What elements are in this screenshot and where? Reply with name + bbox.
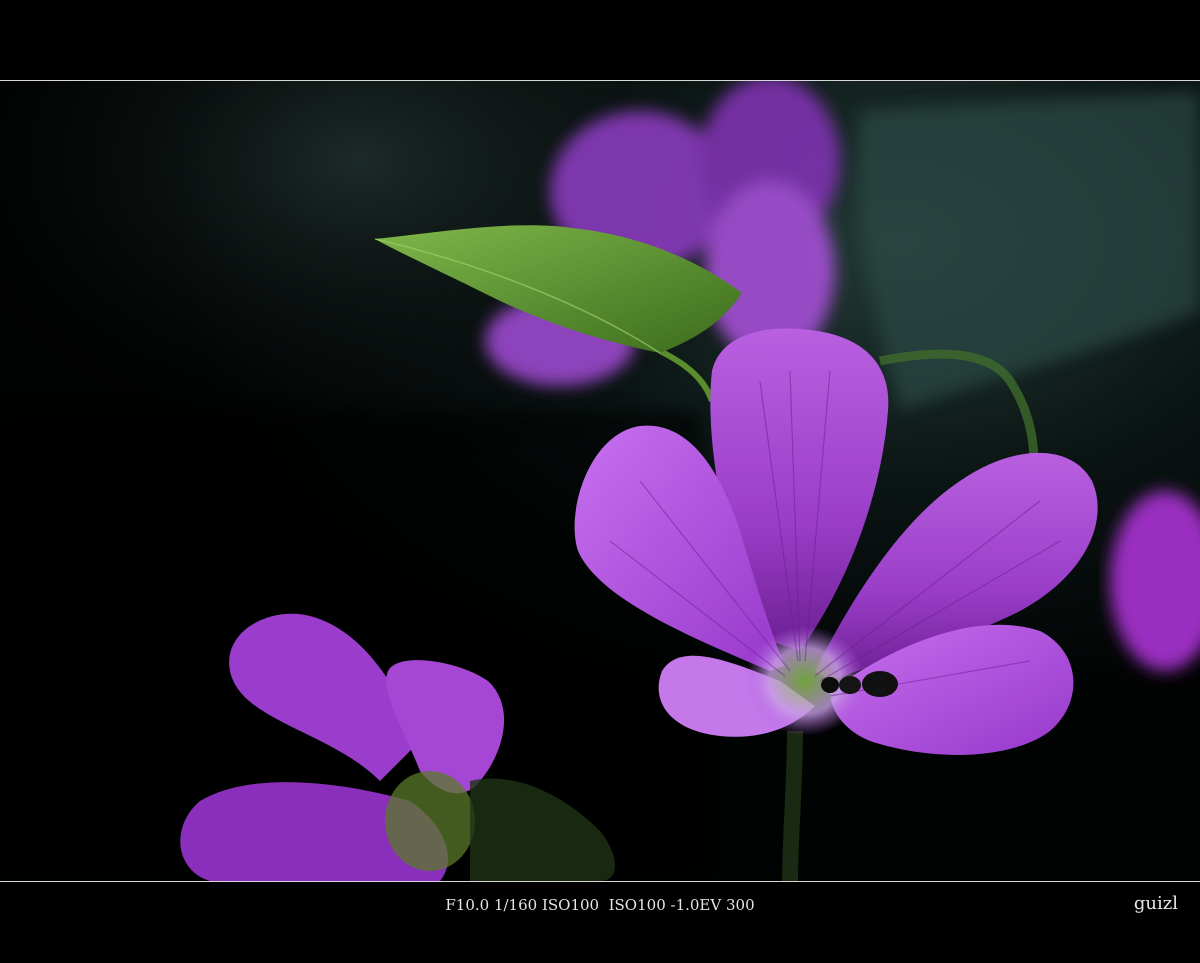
photo — [0, 81, 1200, 881]
author-signature: guizl — [1133, 893, 1178, 914]
caption-band — [0, 882, 1200, 963]
exif-caption: F10.0 1/160 ISO100 ISO100 -1.0EV 300 — [445, 896, 755, 914]
top-border — [0, 0, 1200, 80]
